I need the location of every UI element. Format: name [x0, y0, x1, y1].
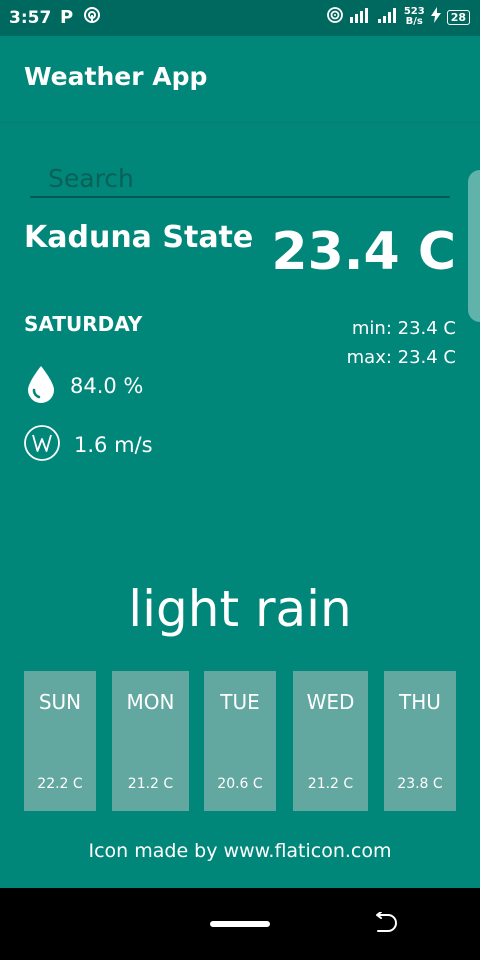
forecast-card: SUN 22.2 C — [24, 671, 96, 811]
forecast-card: MON 21.2 C — [112, 671, 189, 811]
forecast-card: TUE 20.6 C — [204, 671, 276, 811]
forecast-card: WED 21.2 C — [293, 671, 368, 811]
search-input[interactable] — [30, 160, 450, 198]
home-gesture-bar[interactable] — [210, 921, 270, 927]
app-title: Weather App — [24, 62, 208, 91]
forecast-temp: 21.2 C — [307, 776, 354, 792]
back-icon[interactable] — [372, 911, 398, 940]
wind-w-icon — [24, 425, 60, 465]
min-max-temperature: min: 23.4 C max: 23.4 C — [347, 314, 456, 372]
humidity-row: 84.0 % — [26, 364, 143, 408]
signal-secondary-icon — [377, 7, 398, 27]
wind-value: 1.6 m/s — [74, 433, 153, 457]
wind-row: 1.6 m/s — [24, 425, 153, 465]
status-bar: 3:57 P 523 B/s 28 — [0, 0, 480, 36]
network-speed-unit: B/s — [405, 16, 423, 27]
current-temperature: 23.4 C — [271, 222, 456, 282]
icon-credit: Icon made by www.flaticon.com — [88, 840, 392, 862]
min-temperature: min: 23.4 C — [351, 318, 456, 339]
hotspot-icon — [83, 6, 101, 29]
forecast-day: THU — [399, 690, 441, 714]
forecast-card: THU 23.8 C — [384, 671, 456, 811]
forecast-temp: 20.6 C — [217, 776, 263, 792]
app-bar: Weather App — [0, 36, 480, 123]
forecast-temp: 21.2 C — [127, 776, 174, 792]
search-container — [30, 160, 450, 200]
humidity-value: 84.0 % — [70, 374, 144, 398]
forecast-day: WED — [306, 690, 355, 714]
system-nav-bar — [0, 888, 480, 960]
network-speed: 523 B/s — [404, 7, 425, 27]
signal-icon — [349, 7, 372, 27]
forecast-day: TUE — [220, 690, 260, 714]
city-name: Kaduna State — [24, 220, 254, 255]
app-notification-icon: P — [60, 7, 74, 28]
forecast-temp: 23.8 C — [397, 776, 443, 792]
battery-indicator: 28 — [446, 9, 470, 25]
charging-icon — [430, 7, 441, 27]
forecast-day: MON — [126, 690, 175, 714]
max-temperature: max: 23.4 C — [346, 347, 456, 368]
status-time: 3:57 — [9, 8, 52, 28]
forecast-temp: 22.2 C — [37, 776, 83, 792]
weather-condition: light rain — [128, 580, 352, 638]
hotspot-status-icon — [326, 6, 344, 28]
current-day: SATURDAY — [24, 312, 143, 336]
forecast-day: SUN — [38, 690, 82, 714]
water-drop-icon — [26, 364, 56, 408]
forecast-row: SUN 22.2 C MON 21.2 C TUE 20.6 C WED 21.… — [24, 671, 456, 811]
edge-panel-handle[interactable] — [468, 170, 480, 322]
